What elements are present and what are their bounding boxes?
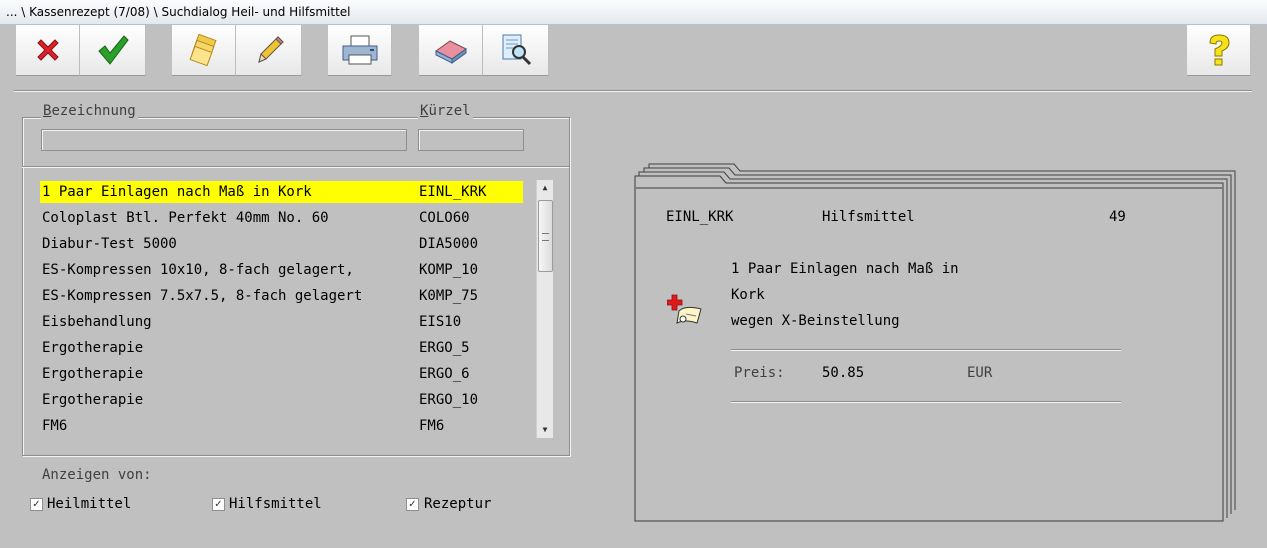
detail-kuerzel: EINL_KRK [666,209,734,225]
list-item-name: Ergotherapie [42,366,144,382]
list-item[interactable]: Diabur-Test 5000 DIA5000 [40,231,530,257]
list-scrollbar[interactable]: ▲ ▼ [536,180,553,438]
list-item[interactable]: FM6 FM6 [40,413,530,439]
list-item[interactable]: ES-Kompressen 7.5x7.5, 8-fach gelagert K0… [40,283,530,309]
list-item[interactable]: Ergotherapie ERGO_5 [40,335,530,361]
detail-divider-bottom [731,401,1121,403]
red-cross-document-icon [667,294,702,324]
help-button[interactable] [1187,25,1251,76]
eraser-icon [434,40,467,64]
rezeptur-checkbox[interactable]: ✓ [406,498,419,511]
ok-button[interactable] [80,25,146,76]
printer-icon [342,35,377,65]
magnifier-document-icon [502,34,531,66]
list-item[interactable]: Ergotherapie ERGO_6 [40,361,530,387]
list-item-kuerzel: ERGO_5 [419,340,470,356]
detail-number: 49 [1109,209,1126,225]
print-button[interactable] [328,25,392,76]
list-item[interactable]: Ergotherapie ERGO_10 [40,387,530,413]
erase-button[interactable] [419,25,483,76]
item-list[interactable]: 1 Paar Einlagen nach Maß in Kork EINL_KRK… [40,179,530,441]
list-item-kuerzel: ERGO_6 [419,366,470,382]
list-item[interactable]: Eisbehandlung EIS10 [40,309,530,335]
new-button[interactable] [172,25,236,76]
list-item-kuerzel: KOMP_10 [419,262,479,278]
heilmittel-label[interactable]: Heilmittel [47,496,131,512]
kuerzel-label: Kürzel [418,103,473,119]
list-item-name: Coloplast Btl. Perfekt 40mm No. 60 [42,210,329,226]
list-item-name: Ergotherapie [42,340,144,356]
filter-label: Anzeigen von: [42,467,152,483]
scroll-grip-icon [542,233,549,241]
rezeptur-label[interactable]: Rezeptur [424,496,491,512]
window-titlebar: ... \ Kassenrezept (7/08) \ Suchdialog H… [0,0,1267,25]
search-document-button[interactable] [483,25,549,76]
list-item-name: Ergotherapie [42,392,144,408]
list-item-name: Eisbehandlung [42,314,152,330]
detail-type: Hilfsmittel [822,209,915,225]
detail-price-label: Preis: [734,365,785,381]
scroll-thumb[interactable] [538,200,553,272]
bezeichnung-input[interactable] [41,129,407,151]
list-item-kuerzel: EIS10 [419,314,462,330]
list-item-kuerzel: DIA5000 [419,236,479,252]
list-item-kuerzel: EINL_KRK [419,184,487,200]
stacked-cards-icon [189,33,216,67]
list-item-kuerzel: FM6 [419,418,445,434]
list-item[interactable]: ES-Kompressen 10x10, 8-fach gelagert, KOM… [40,257,530,283]
list-item-name: FM6 [42,418,68,434]
scroll-up-arrow-icon[interactable]: ▲ [537,180,553,196]
cancel-button[interactable] [16,25,80,76]
red-x-icon [36,39,59,61]
detail-desc-line1: 1 Paar Einlagen nach Maß in [731,261,959,277]
kuerzel-input[interactable] [418,129,524,151]
hilfsmittel-checkbox[interactable]: ✓ [212,498,225,511]
list-item-kuerzel: COLO60 [419,210,470,226]
window-title: ... \ Kassenrezept (7/08) \ Suchdialog H… [6,5,351,19]
detail-currency: EUR [967,365,993,381]
heilmittel-checkbox[interactable]: ✓ [30,498,43,511]
toolbar-separator [14,90,1252,92]
edit-button[interactable] [236,25,302,76]
list-item[interactable]: 1 Paar Einlagen nach Maß in Kork EINL_KRK [40,179,530,205]
green-checkmark-icon [97,35,129,65]
detail-desc-line3: wegen X-Beinstellung [731,313,900,329]
detail-price-value: 50.85 [822,365,865,381]
pencil-icon [257,36,284,63]
detail-divider-top [731,349,1121,351]
list-item-name: Diabur-Test 5000 [42,236,177,252]
question-mark-icon [1208,34,1230,66]
bezeichnung-label: Bezeichnung [41,103,138,119]
detail-desc-line2: Kork [731,287,765,303]
list-item[interactable]: Coloplast Btl. Perfekt 40mm No. 60 COLO60 [40,205,530,231]
list-item-kuerzel: ERGO_10 [419,392,479,408]
list-item-name: ES-Kompressen 7.5x7.5, 8-fach gelagert [42,288,363,304]
search-divider [22,166,569,168]
scroll-down-arrow-icon[interactable]: ▼ [537,422,553,438]
list-item-name: 1 Paar Einlagen nach Maß in Kork [42,184,312,200]
hilfsmittel-label[interactable]: Hilfsmittel [229,496,322,512]
list-item-name: ES-Kompressen 10x10, 8-fach gelagert, [42,262,354,278]
list-item-kuerzel: K0MP_75 [419,288,479,304]
